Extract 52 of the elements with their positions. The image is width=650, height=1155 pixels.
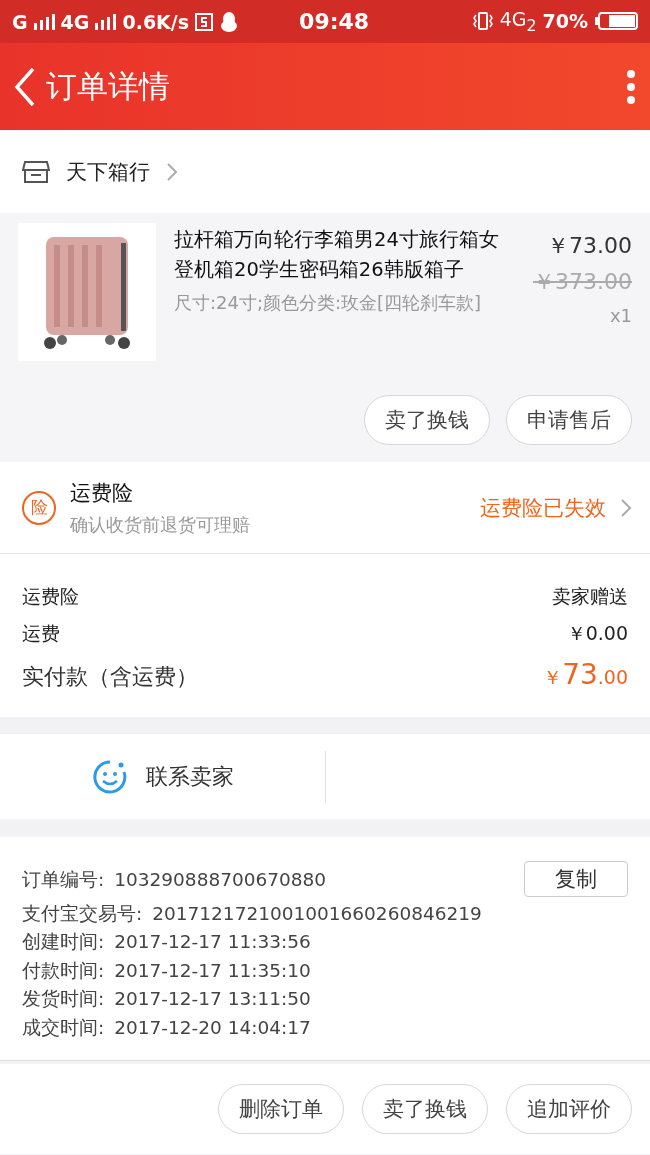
info-label: 支付宝交易号: (22, 901, 143, 926)
insurance-name: 运费险 (70, 479, 134, 507)
copy-button[interactable]: 复制 (524, 861, 628, 897)
vibrate-icon (471, 11, 494, 32)
battery-icon (594, 11, 638, 32)
product-action-button[interactable]: 申请售后 (506, 395, 632, 445)
product-price: ￥73.00 (546, 232, 632, 260)
chevron-right-icon[interactable] (166, 161, 178, 182)
info-value: 103290888700670880 (114, 868, 327, 890)
total-label: 实付款（含运费） (22, 663, 198, 691)
fee-value: 卖家赠送 (552, 584, 628, 609)
sim-icon (195, 12, 214, 31)
order-action-button[interactable]: 删除订单 (218, 1084, 344, 1134)
fee-value: ￥0.00 (566, 621, 628, 646)
info-value: 2017-12-17 11:35:10 (114, 959, 311, 981)
signal-icon (95, 13, 117, 30)
info-value: 2017-12-17 11:33:56 (114, 931, 311, 953)
carrier-label: G (12, 10, 28, 33)
back-icon[interactable] (14, 66, 36, 107)
chevron-right-icon[interactable] (620, 497, 632, 518)
info-label: 创建时间: (22, 930, 105, 955)
speed-label: 0.6K/s (122, 10, 190, 33)
info-label: 发货时间: (22, 987, 105, 1012)
battery-label: 70% (542, 10, 588, 33)
original-price: ￥373.00 (532, 268, 632, 296)
quantity: x1 (608, 305, 632, 326)
info-value: 2017-12-17 13:11:50 (114, 988, 311, 1010)
status-time: 09:48 (299, 9, 370, 34)
shop-icon (22, 159, 50, 184)
product-action-button[interactable]: 卖了换钱 (364, 395, 490, 445)
network-label: 4G (60, 10, 90, 33)
insurance-description: 确认收货前退货可理赔 (70, 512, 251, 537)
shop-name[interactable]: 天下箱行 (66, 157, 150, 186)
info-label: 成交时间: (22, 1015, 105, 1040)
info-label: 订单编号: (22, 867, 105, 892)
more-icon[interactable] (626, 68, 636, 105)
chat-face-icon (91, 758, 128, 795)
order-action-button[interactable]: 卖了换钱 (362, 1084, 488, 1134)
fee-label: 运费 (22, 621, 60, 646)
product-title[interactable]: 拉杆箱万向轮行李箱男24寸旅行箱女登机箱20学生密码箱26韩版箱子 (174, 225, 514, 285)
signal-icon (33, 13, 55, 30)
total-amount: ￥73.00 (543, 658, 628, 691)
info-label: 付款时间: (22, 958, 105, 983)
order-action-button[interactable]: 追加评价 (506, 1084, 632, 1134)
info-value: 2017-12-20 14:04:17 (114, 1016, 311, 1038)
fee-label: 运费险 (22, 584, 79, 609)
product-sku: 尺寸:24寸;颜色分类:玫金[四轮刹车款] (174, 291, 483, 315)
penguin-icon (219, 10, 240, 33)
info-value: 2017121721001001660260846219 (152, 902, 482, 924)
page-title: 订单详情 (46, 66, 171, 106)
network-label: 4G$_{2}$ (499, 8, 537, 35)
insurance-badge: 险 (22, 490, 56, 525)
